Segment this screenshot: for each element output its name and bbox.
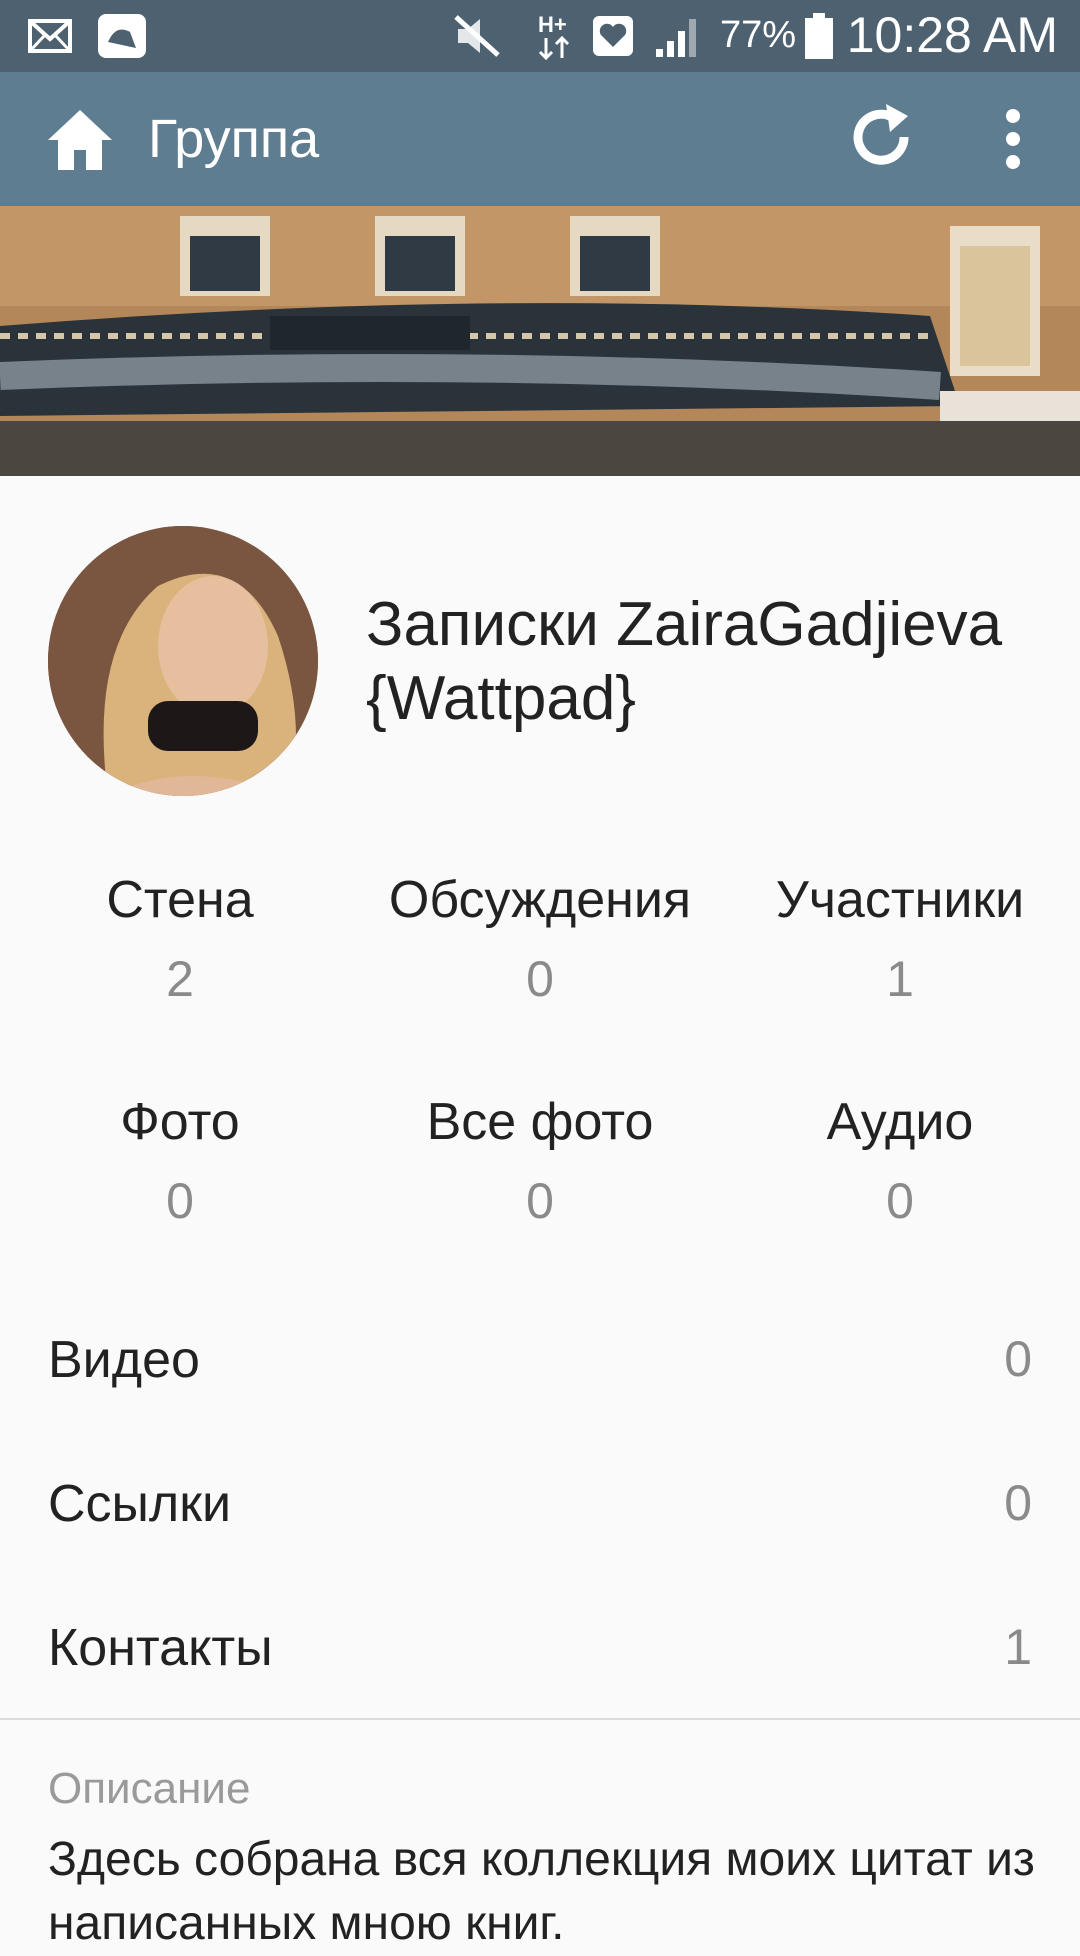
home-icon[interactable] <box>44 104 116 176</box>
app-bar: Группа <box>0 72 1080 206</box>
refresh-icon[interactable] <box>846 102 916 172</box>
stat-count: 0 <box>886 1173 914 1229</box>
stat-count: 0 <box>526 1173 554 1229</box>
status-bar: H+ 77% 10:28 AM <box>0 0 1080 72</box>
mail-icon <box>28 12 72 60</box>
row-contacts[interactable]: Контакты 1 <box>0 1578 1080 1722</box>
stat-count: 0 <box>526 951 554 1007</box>
description-text: Здесь собрана вся коллекция моих цитат и… <box>48 1833 1035 1950</box>
row-count: 0 <box>1004 1475 1032 1531</box>
row-links[interactable]: Ссылки 0 <box>0 1434 1080 1578</box>
mute-icon <box>452 12 502 60</box>
row-label: Контакты <box>48 1619 273 1677</box>
network-h-plus-icon: H+ <box>536 12 576 61</box>
stat-all-photos[interactable]: Все фото 0 <box>360 1092 720 1230</box>
row-count: 0 <box>1004 1331 1032 1387</box>
stat-label: Аудио <box>826 1093 974 1151</box>
more-vert-icon[interactable] <box>990 106 1036 172</box>
gallery-icon <box>96 12 148 60</box>
stat-count: 0 <box>166 1173 194 1229</box>
battery-percent: 77% <box>720 14 797 56</box>
avatar[interactable] <box>48 526 318 796</box>
cover-image <box>0 206 1080 476</box>
group-header: Записки ZairaGadjieva {Wattpad} <box>0 476 1080 836</box>
stat-label: Все фото <box>426 1093 654 1151</box>
stat-audio[interactable]: Аудио 0 <box>720 1092 1080 1230</box>
stat-count: 2 <box>166 951 194 1007</box>
stat-count: 1 <box>886 951 914 1007</box>
stat-label: Участники <box>775 871 1025 929</box>
svg-text:H+: H+ <box>538 12 567 37</box>
stat-label: Фото <box>120 1093 240 1151</box>
clock: 10:28 AM <box>846 7 1058 63</box>
stat-photos[interactable]: Фото 0 <box>0 1092 360 1230</box>
stat-wall[interactable]: Стена 2 <box>0 870 360 1008</box>
divider <box>0 1718 1080 1720</box>
stat-discussions[interactable]: Обсуждения 0 <box>360 870 720 1008</box>
row-label: Ссылки <box>48 1475 232 1533</box>
row-video[interactable]: Видео 0 <box>0 1290 1080 1434</box>
description-label: Описание <box>48 1764 251 1813</box>
heart-icon <box>592 12 634 60</box>
group-name: Записки ZairaGadjieva {Wattpad} <box>366 590 1003 733</box>
stat-label: Обсуждения <box>388 871 692 929</box>
battery-icon <box>804 12 834 60</box>
row-label: Видео <box>48 1331 200 1389</box>
stat-label: Стена <box>106 871 254 929</box>
page-title: Группа <box>148 109 320 169</box>
stat-members[interactable]: Участники 1 <box>720 870 1080 1008</box>
row-count: 1 <box>1004 1619 1032 1675</box>
signal-icon <box>654 12 704 60</box>
